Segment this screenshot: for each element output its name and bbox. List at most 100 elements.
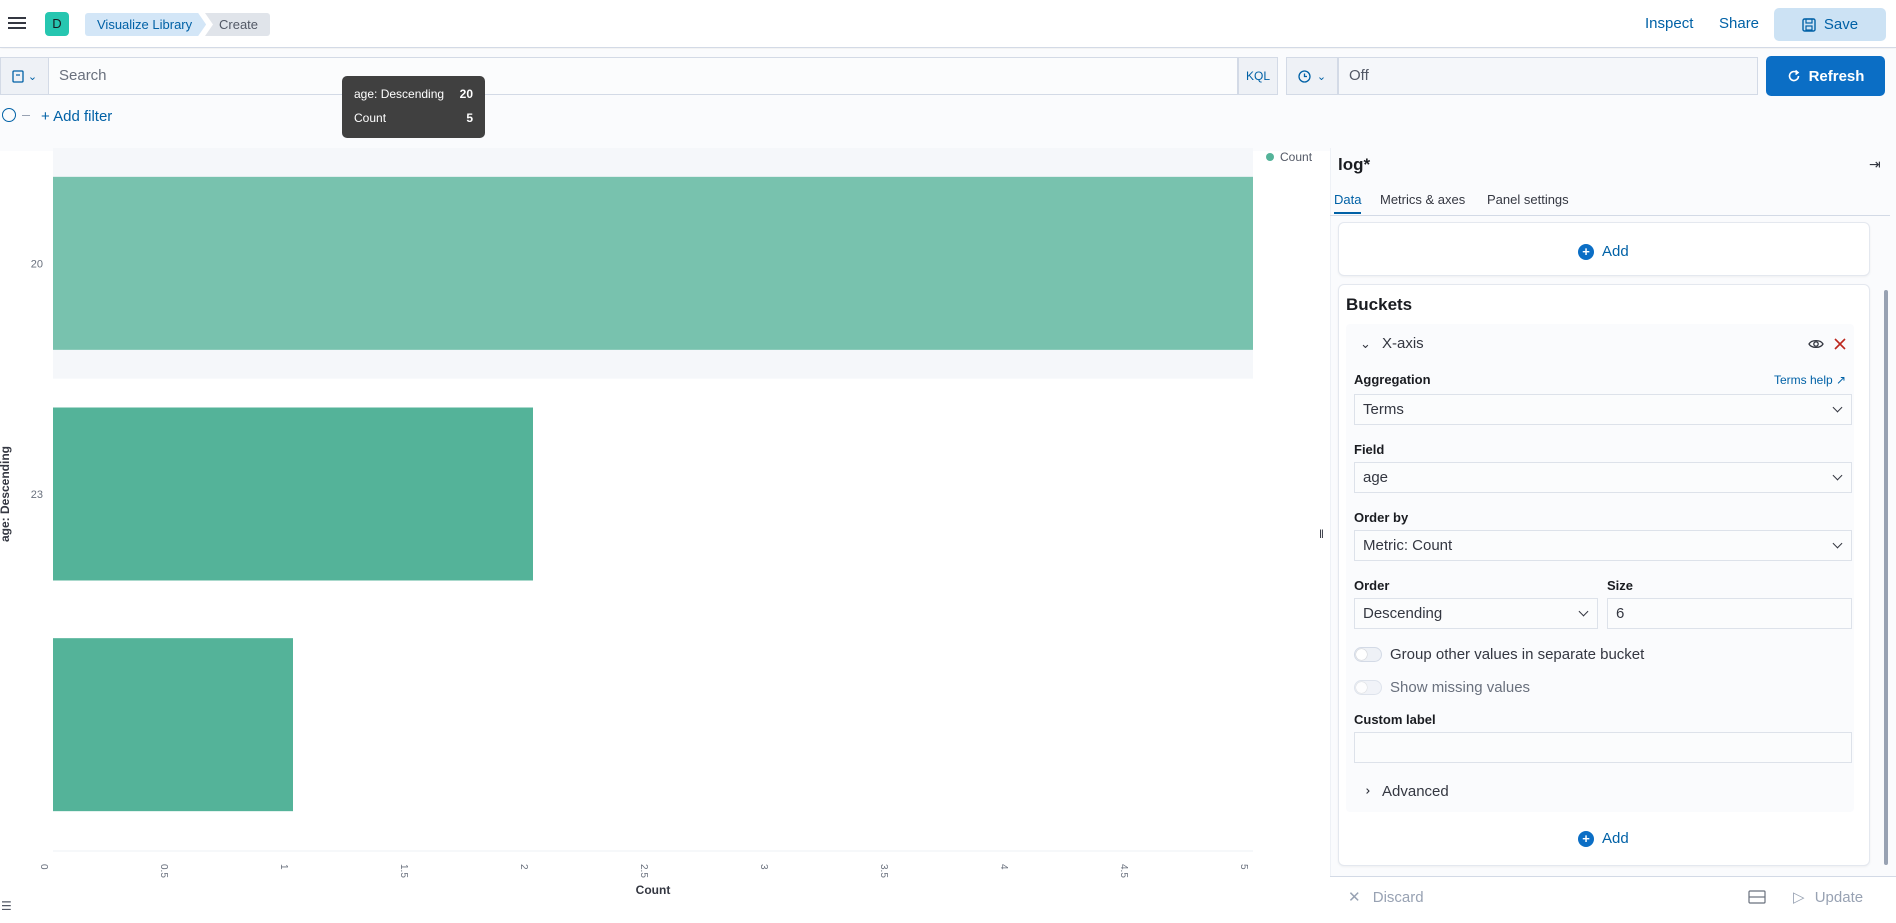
inspect-link[interactable]: Inspect [1645,15,1693,32]
x-tick-label: 2 [518,864,529,870]
clock-icon [1298,69,1311,83]
search-input[interactable]: Search [48,57,1238,95]
chevron-down-icon: ⌄ [1316,70,1327,83]
legend-label: Count [1280,150,1313,164]
tab-data[interactable]: Data [1334,192,1362,214]
tab-metrics-axes[interactable]: Metrics & axes [1380,192,1465,207]
chevron-down-icon[interactable]: ⌄ [1360,336,1371,352]
breadcrumb-visualize-library[interactable]: Visualize Library [85,13,206,36]
top-header: D Visualize Library Create Inspect Share… [0,0,1896,48]
refresh-button-label: Refresh [1808,67,1865,85]
chevron-down-icon [1832,402,1843,413]
tooltip-label: Count [354,111,387,125]
order-value: Descending [1363,605,1443,622]
chevron-right-icon[interactable]: ⌄ [1357,786,1373,797]
chart-area: 20 23 0 0.5 1 1.5 2 2.5 3 3.5 4 4.5 5 Count age: Desce… [0,148,1330,918]
share-link[interactable]: Share [1719,15,1759,32]
field-value: age [1363,469,1389,486]
x-tick-label: 0.5 [158,864,169,878]
buckets-title: Buckets [1346,295,1413,314]
size-input[interactable]: 6 [1607,598,1852,629]
auto-apply-icon[interactable] [1748,889,1766,910]
eye-icon[interactable] [1808,337,1824,355]
chart-legend[interactable]: Count [1266,150,1312,164]
add-bucket-button[interactable]: + Add [1578,830,1629,847]
saved-query-button[interactable]: ⌄ [0,57,48,95]
menu-icon[interactable] [8,14,26,32]
chart-tooltip: age: Descending 20 Count 5 [342,76,485,138]
custom-label-label: Custom label [1354,712,1436,727]
breadcrumb-create: Create [205,13,271,36]
list-icon[interactable]: ☰ [1,899,12,913]
aggregation-select[interactable]: Terms [1354,394,1852,425]
discard-button[interactable]: ✕ Discard [1348,888,1424,906]
terms-help-link[interactable]: Terms help ↗ [1774,373,1846,387]
add-bucket-label: Add [1602,830,1629,847]
add-metric-button[interactable]: + Add [1578,243,1629,260]
sidebar-scrollbar[interactable] [1884,290,1888,865]
order-by-select[interactable]: Metric: Count [1354,530,1852,561]
bar-chart[interactable]: 20 23 0 0.5 1 1.5 2 2.5 3 3.5 4 4.5 5 Count age: Desce… [0,148,1330,918]
aggregation-label: Aggregation [1354,372,1431,387]
remove-bucket-icon[interactable] [1834,337,1846,355]
custom-label-input[interactable] [1354,732,1852,763]
field-select[interactable]: age [1354,462,1852,493]
filter-options-icon[interactable] [2,108,16,122]
legend-color-dot [1266,153,1274,161]
chevron-down-icon: ⌄ [27,70,38,83]
add-filter-button[interactable]: + Add filter [41,108,112,125]
show-missing-label: Show missing values [1390,679,1531,696]
sidebar-tabs: Data Metrics & axes Panel settings [1330,186,1890,216]
plus-icon: + [1578,830,1594,847]
close-icon: ✕ [1348,889,1361,906]
x-tick-label: 4 [998,864,1009,870]
order-select[interactable]: Descending [1354,598,1598,629]
discard-label: Discard [1372,889,1424,906]
aggregation-value: Terms [1363,401,1404,418]
x-tick-label: 3 [758,864,769,870]
space-avatar[interactable]: D [45,12,69,36]
x-tick-label: 5 [1238,864,1249,870]
filter-divider [22,115,30,116]
update-label: Update [1814,889,1864,906]
refresh-button[interactable]: Refresh [1766,56,1885,96]
bar[interactable] [53,407,533,581]
x-axis-title: Count [636,883,671,897]
x-tick-label: 4.5 [1118,864,1129,878]
x-tick-label: 0 [38,864,49,870]
show-missing-toggle[interactable] [1354,680,1382,695]
save-button-label: Save [1823,16,1859,33]
tab-panel-settings[interactable]: Panel settings [1487,192,1569,207]
order-by-value: Metric: Count [1363,537,1453,554]
field-label: Field [1354,442,1385,457]
update-button[interactable]: ▷ Update [1793,888,1863,906]
add-metric-label: Add [1602,243,1629,260]
x-tick-label: 3.5 [878,864,889,878]
x-axis-bucket-title[interactable]: X-axis [1382,335,1424,352]
save-icon [1802,17,1816,32]
advanced-toggle[interactable]: Advanced [1382,783,1449,800]
y-axis-title: age: Descending [0,446,12,542]
collapse-sidebar-icon[interactable]: ⇥ [1869,156,1881,173]
group-other-toggle[interactable] [1354,647,1382,662]
date-quick-menu-button[interactable]: ⌄ [1286,57,1338,95]
saved-query-icon [12,69,24,83]
date-range-field[interactable]: Off [1338,57,1758,95]
tooltip-value: 20 [459,87,473,101]
tooltip-row: age: Descending 20 [354,86,473,110]
chevron-down-icon [1832,538,1843,549]
query-language-button[interactable]: KQL [1238,57,1278,95]
y-tick-label: 20 [31,258,43,270]
bar[interactable] [53,638,293,812]
bar[interactable] [53,176,1253,350]
external-link-icon: ↗ [1836,373,1847,387]
play-icon: ▷ [1793,889,1805,906]
terms-help-label: Terms help [1774,373,1833,387]
y-tick-label: 23 [31,489,43,501]
panel-resize-handle[interactable]: ‖ [1319,527,1324,541]
refresh-icon [1788,69,1799,82]
chevron-down-icon [1832,470,1843,481]
order-label: Order [1354,578,1390,593]
save-button[interactable]: Save [1774,8,1886,41]
tooltip-value: 5 [466,111,473,125]
